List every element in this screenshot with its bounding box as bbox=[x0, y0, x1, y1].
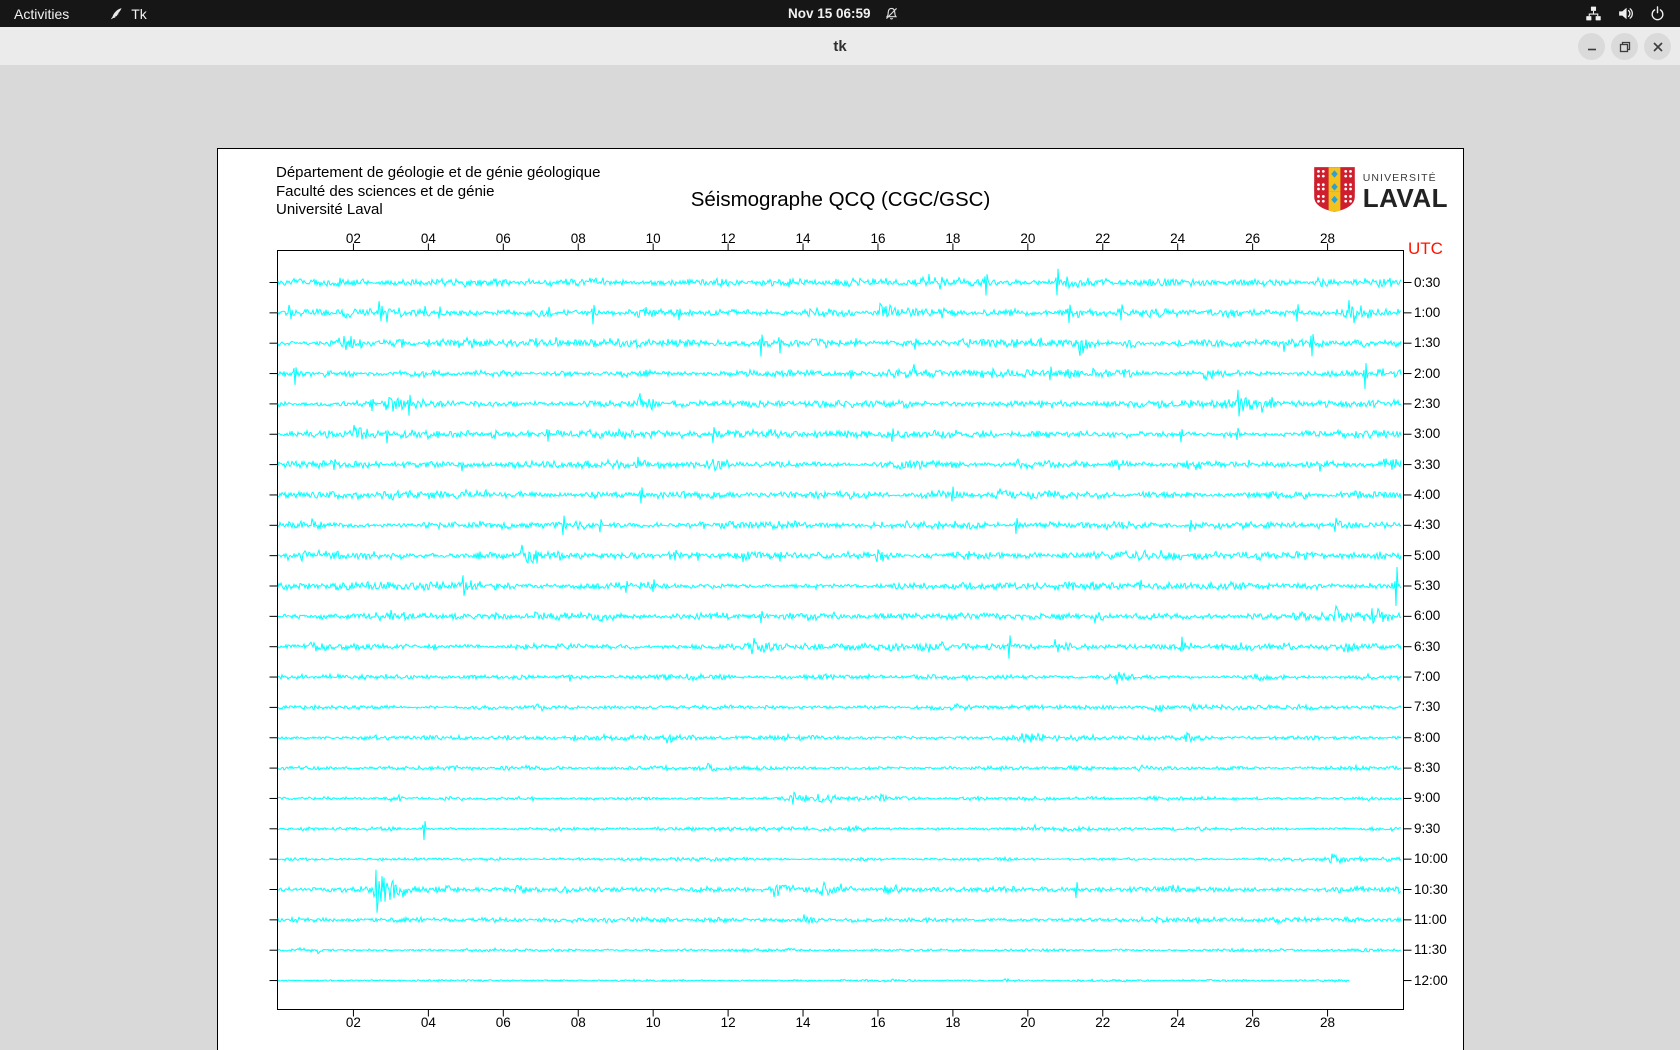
utc-time-label: 9:30 bbox=[1414, 820, 1441, 836]
laval-shield-icon bbox=[1313, 166, 1356, 218]
utc-time-label: 7:00 bbox=[1414, 669, 1441, 685]
x-tick-label-bottom: 24 bbox=[1170, 1015, 1186, 1030]
x-tick-label-bottom: 08 bbox=[570, 1015, 586, 1030]
x-tick-label-bottom: 20 bbox=[1020, 1015, 1036, 1030]
x-tick-label-top: 20 bbox=[1020, 231, 1036, 246]
utc-time-label: 3:00 bbox=[1414, 426, 1441, 442]
utc-time-label: 6:30 bbox=[1414, 638, 1441, 654]
x-tick-label-bottom: 12 bbox=[720, 1015, 736, 1030]
power-icon bbox=[1649, 5, 1666, 22]
utc-time-label: 10:30 bbox=[1414, 881, 1448, 897]
clock-button[interactable]: Nov 15 06:59 bbox=[788, 0, 899, 27]
utc-time-label: 11:00 bbox=[1414, 911, 1447, 927]
x-tick-label-top: 14 bbox=[795, 231, 811, 246]
x-tick-label-top: 06 bbox=[495, 231, 511, 246]
utc-time-label: 4:00 bbox=[1414, 486, 1441, 502]
x-tick-label-top: 24 bbox=[1170, 231, 1186, 246]
restore-button[interactable] bbox=[1611, 33, 1638, 60]
x-tick-label-bottom: 22 bbox=[1095, 1015, 1111, 1030]
tk-feather-icon bbox=[109, 6, 124, 21]
x-tick-label-bottom: 16 bbox=[870, 1015, 886, 1030]
x-tick-label-bottom: 26 bbox=[1245, 1015, 1261, 1030]
utc-time-label: 3:30 bbox=[1414, 456, 1441, 472]
chart-title: Séismographe QCQ (CGC/GSC) bbox=[690, 188, 991, 211]
top-bar-left: Activities Tk bbox=[0, 0, 155, 27]
utc-time-label: 4:30 bbox=[1414, 517, 1441, 533]
x-tick-label-top: 12 bbox=[720, 231, 736, 246]
utc-time-label: 2:30 bbox=[1414, 395, 1441, 411]
logo-laval: LAVAL bbox=[1362, 183, 1448, 214]
utc-time-label: 6:00 bbox=[1414, 608, 1441, 624]
activities-button[interactable]: Activities bbox=[0, 0, 83, 27]
x-tick-label-top: 18 bbox=[945, 231, 961, 246]
x-tick-label-bottom: 28 bbox=[1320, 1015, 1336, 1030]
x-tick-label-top: 08 bbox=[570, 231, 586, 246]
notifications-disabled-icon bbox=[884, 6, 899, 21]
logo-universite: UNIVERSITÉ bbox=[1362, 171, 1437, 184]
utc-time-label: 8:00 bbox=[1414, 729, 1441, 745]
desktop: Activities Tk Nov 15 06:59 tk Départemen… bbox=[0, 0, 1680, 1050]
tk-app-indicator[interactable]: Tk bbox=[101, 0, 155, 27]
system-status-area[interactable] bbox=[1585, 0, 1666, 27]
clock-text: Nov 15 06:59 bbox=[788, 6, 871, 21]
window-title: tk bbox=[833, 37, 847, 55]
x-tick-label-top: 22 bbox=[1095, 231, 1111, 246]
utc-time-label: 1:30 bbox=[1414, 335, 1441, 351]
x-tick-label-bottom: 10 bbox=[645, 1015, 661, 1030]
x-tick-label-top: 28 bbox=[1320, 231, 1336, 246]
seismograph-panel: Département de géologie et de génie géol… bbox=[217, 148, 1464, 1050]
laval-logo-text: UNIVERSITÉ LAVAL bbox=[1363, 173, 1448, 212]
close-button[interactable] bbox=[1644, 33, 1671, 60]
minimize-button[interactable] bbox=[1578, 33, 1605, 60]
utc-time-label: 12:00 bbox=[1414, 972, 1448, 988]
volume-icon bbox=[1617, 5, 1634, 22]
x-tick-label-top: 16 bbox=[870, 231, 886, 246]
x-tick-label-bottom: 02 bbox=[345, 1015, 361, 1030]
utc-time-label: 5:30 bbox=[1414, 578, 1441, 593]
x-tick-label-bottom: 04 bbox=[420, 1015, 436, 1030]
wired-network-icon bbox=[1585, 5, 1602, 22]
x-tick-label-top: 10 bbox=[645, 231, 661, 246]
org-line-1: Département de géologie et de génie géol… bbox=[276, 164, 601, 181]
utc-axis-label: UTC bbox=[1408, 239, 1443, 258]
tk-window-content: Département de géologie et de génie géol… bbox=[0, 65, 1680, 1050]
x-tick-label-top: 04 bbox=[420, 231, 436, 246]
gnome-top-bar: Activities Tk Nov 15 06:59 bbox=[0, 0, 1680, 27]
seismograph-canvas bbox=[269, 243, 1412, 1017]
utc-time-label: 11:30 bbox=[1414, 942, 1447, 958]
x-tick-label-bottom: 06 bbox=[495, 1015, 511, 1030]
x-tick-label-bottom: 18 bbox=[945, 1015, 961, 1030]
x-tick-label-top: 02 bbox=[345, 231, 361, 246]
x-tick-label-bottom: 14 bbox=[795, 1015, 811, 1030]
utc-time-label: 9:00 bbox=[1414, 790, 1441, 806]
utc-time-label: 0:30 bbox=[1414, 274, 1441, 290]
utc-time-label: 10:00 bbox=[1414, 851, 1448, 867]
utc-time-label: 5:00 bbox=[1414, 547, 1441, 563]
x-tick-label-top: 26 bbox=[1245, 231, 1261, 246]
utc-time-label: 8:30 bbox=[1414, 760, 1441, 776]
universite-laval-logo: UNIVERSITÉ LAVAL bbox=[1313, 166, 1448, 218]
utc-time-label: 2:00 bbox=[1414, 365, 1441, 381]
utc-time-label: 7:30 bbox=[1414, 699, 1441, 715]
utc-time-label: 1:00 bbox=[1414, 304, 1441, 320]
window-titlebar[interactable]: tk bbox=[0, 27, 1680, 66]
tk-app-label: Tk bbox=[131, 5, 147, 22]
